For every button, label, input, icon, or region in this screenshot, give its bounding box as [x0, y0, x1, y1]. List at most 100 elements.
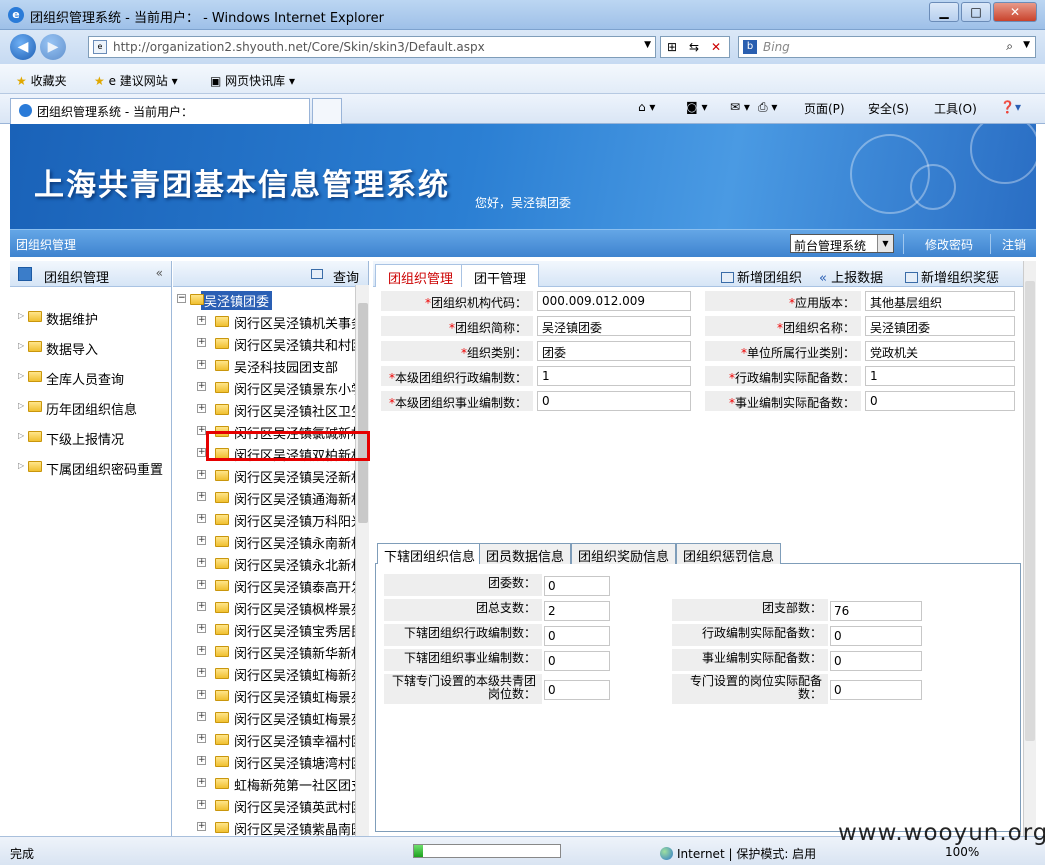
field-value[interactable]: 0 [865, 391, 1015, 411]
tab-org-management[interactable]: 团组织管理 [375, 264, 467, 287]
expand-icon[interactable]: + [197, 470, 206, 479]
add-org-button[interactable]: 新增团组织 [721, 267, 802, 286]
tree-node[interactable]: + 闵行区吴泾镇枫桦景苑 [193, 597, 368, 619]
stop-icon[interactable]: ✕ [705, 37, 727, 57]
field-value[interactable]: 1 [537, 366, 691, 386]
query-button[interactable]: 查询 [333, 267, 359, 286]
report-data-button[interactable]: « 上报数据 [819, 267, 883, 286]
add-reward-button[interactable]: 新增组织奖惩 [905, 267, 999, 286]
chevron-down-icon[interactable]: ▼ [877, 235, 893, 252]
nav-item-password-reset[interactable]: ▷ 下属团组织密码重置 [10, 451, 171, 481]
back-button[interactable]: ◀ [10, 34, 36, 60]
tree-node[interactable]: + 吴泾科技园团支部 [193, 355, 368, 377]
page-menu[interactable]: 页面(P) [804, 100, 845, 117]
tree-node[interactable]: + 闵行区吴泾镇虹梅新苑 [193, 663, 368, 685]
tree-node[interactable]: + 闵行区吴泾镇万科阳光 [193, 509, 368, 531]
nav-item-history[interactable]: ▷ 历年团组织信息 [10, 391, 171, 421]
chevron-down-icon[interactable]: ▼ [1023, 40, 1030, 50]
expand-icon[interactable]: + [197, 338, 206, 347]
field-value[interactable]: 团委 [537, 341, 691, 361]
expand-icon[interactable]: + [197, 602, 206, 611]
mail-icon[interactable]: ✉ ▾ [730, 100, 750, 114]
collapse-button[interactable]: « [156, 266, 163, 280]
expand-icon[interactable]: + [197, 668, 206, 677]
safety-menu[interactable]: 安全(S) [868, 100, 909, 117]
subtab-rewards[interactable]: 团组织奖励信息 [571, 543, 677, 565]
sub-field-value[interactable]: 0 [544, 651, 610, 671]
tree-node[interactable]: + 闵行区吴泾镇宝秀居民 [193, 619, 368, 641]
expand-icon[interactable]: + [197, 624, 206, 633]
expand-icon[interactable]: + [197, 778, 206, 787]
sub-field-value[interactable]: 0 [830, 626, 922, 646]
tree-node[interactable]: + 闵行区吴泾镇塘湾村团 [193, 751, 368, 773]
tree-scrollbar[interactable] [355, 285, 369, 836]
scroll-thumb[interactable] [1025, 281, 1035, 741]
tree-node[interactable]: + 闵行区吴泾镇社区卫生 [193, 399, 368, 421]
tree-node[interactable]: + 闵行区吴泾镇虹梅景苑 [193, 707, 368, 729]
tree-node[interactable]: + 闵行区吴泾镇机关事务 [193, 311, 368, 333]
expand-icon[interactable]: + [197, 492, 206, 501]
tab-cadre-management[interactable]: 团干管理 [461, 264, 540, 287]
tree-node[interactable]: + 闵行区吴泾镇通海新村 [193, 487, 368, 509]
tree-node[interactable]: + 闵行区吴泾镇共和村团 [193, 333, 368, 355]
maximize-button[interactable]: □ [961, 2, 991, 22]
system-select[interactable]: 前台管理系统 ▼ [790, 234, 894, 253]
tree-node[interactable]: + 闵行区吴泾镇英武村团 [193, 795, 368, 817]
chevron-down-icon[interactable]: ▼ [644, 40, 651, 50]
sub-field-value[interactable]: 0 [544, 576, 610, 596]
search-box[interactable]: b Bing ⌕ ▼ [738, 36, 1036, 58]
page-scrollbar[interactable] [1023, 261, 1036, 836]
field-value[interactable]: 000.009.012.009 [537, 291, 691, 311]
fav-link-suggested[interactable]: ★ e 建议网站 ▾ [94, 72, 178, 89]
search-icon[interactable]: ⌕ [1006, 39, 1013, 54]
tools-menu[interactable]: 工具(O) [934, 100, 977, 117]
tree-node[interactable]: + 闵行区吴泾镇景东小学 [193, 377, 368, 399]
tree-node[interactable]: + 闵行区吴泾镇新华新村 [193, 641, 368, 663]
field-value[interactable]: 吴泾镇团委 [537, 316, 691, 336]
field-value[interactable]: 吴泾镇团委 [865, 316, 1015, 336]
tree-node[interactable]: + 闵行区吴泾镇永南新村 [193, 531, 368, 553]
sub-field-value[interactable]: 76 [830, 601, 922, 621]
sub-field-value[interactable]: 0 [830, 680, 922, 700]
expand-icon[interactable]: + [197, 426, 206, 435]
expand-icon[interactable]: + [197, 734, 206, 743]
nav-item-data-maintenance[interactable]: ▷ 数据维护 [10, 301, 171, 331]
refresh-icon[interactable]: ⇆ [683, 37, 705, 57]
sub-field-value[interactable]: 0 [544, 626, 610, 646]
fav-link-webslice[interactable]: ▣ 网页快讯库 ▾ [210, 72, 295, 89]
expand-icon[interactable]: + [197, 360, 206, 369]
tree-node[interactable]: + 闵行区吴泾镇幸福村团 [193, 729, 368, 751]
expand-icon[interactable]: + [197, 514, 206, 523]
nav-item-person-query[interactable]: ▷ 全库人员查询 [10, 361, 171, 391]
field-value[interactable]: 0 [537, 391, 691, 411]
scroll-thumb[interactable] [358, 303, 368, 523]
tree-node[interactable]: + 闵行区吴泾镇泰高开发 [193, 575, 368, 597]
compat-view-icon[interactable]: ⊞ [661, 37, 683, 57]
field-value[interactable]: 其他基层组织 [865, 291, 1015, 311]
subtab-penalties[interactable]: 团组织惩罚信息 [676, 543, 782, 565]
expand-icon[interactable]: + [197, 580, 206, 589]
expand-icon[interactable]: + [197, 316, 206, 325]
help-icon[interactable]: ❓▾ [1000, 100, 1021, 114]
field-value[interactable]: 党政机关 [865, 341, 1015, 361]
home-icon[interactable]: ⌂ ▾ [638, 100, 655, 114]
nav-item-data-import[interactable]: ▷ 数据导入 [10, 331, 171, 361]
search-input[interactable]: Bing [763, 40, 790, 54]
subtab-sub-org-info[interactable]: 下辖团组织信息 [377, 543, 483, 565]
expand-icon[interactable]: + [197, 822, 206, 831]
print-icon[interactable]: ⎙ ▾ [758, 100, 777, 115]
tree-node[interactable]: + 闵行区吴泾镇紫晶南园 [193, 817, 368, 836]
nav-item-report-status[interactable]: ▷ 下级上报情况 [10, 421, 171, 451]
collapse-icon[interactable]: − [177, 294, 186, 303]
subtab-member-data[interactable]: 团员数据信息 [479, 543, 572, 565]
new-tab-button[interactable] [312, 98, 342, 124]
expand-icon[interactable]: + [197, 536, 206, 545]
field-value[interactable]: 1 [865, 366, 1015, 386]
logout-link[interactable]: 注销 [1002, 236, 1026, 253]
expand-icon[interactable]: + [197, 382, 206, 391]
expand-icon[interactable]: + [197, 646, 206, 655]
tree-root[interactable]: − 吴泾镇团委 [177, 291, 273, 310]
expand-icon[interactable]: + [197, 712, 206, 721]
tree-node[interactable]: + 闵行区吴泾镇虹梅景苑 [193, 685, 368, 707]
zoom-level[interactable]: 100% [945, 845, 979, 859]
